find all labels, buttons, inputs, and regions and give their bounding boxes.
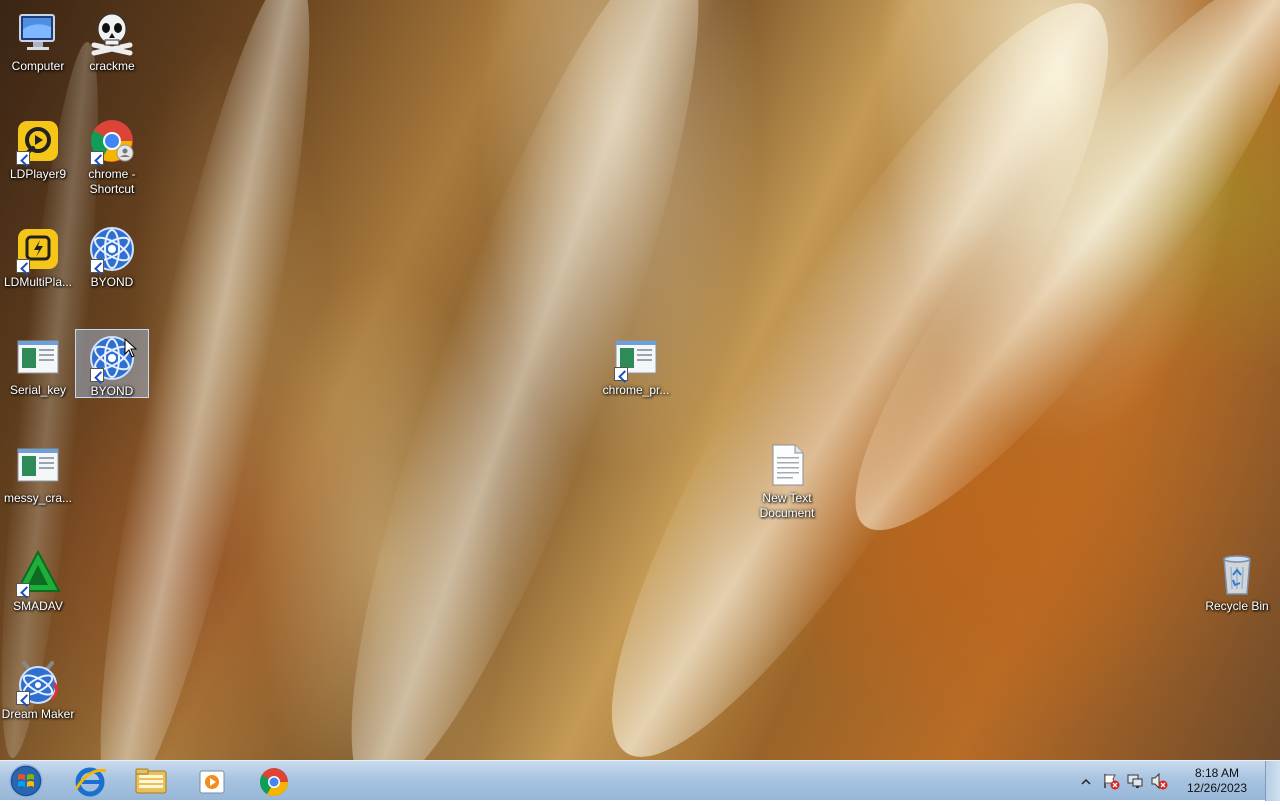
text-file-icon (763, 441, 811, 489)
chrome-taskbar-button[interactable] (246, 763, 302, 799)
ldplayer9-shortcut[interactable]: LDPlayer9 (1, 112, 75, 183)
shortcut-arrow-icon (16, 259, 30, 273)
recycle-bin[interactable]: Recycle Bin (1200, 544, 1274, 615)
dream-maker-shortcut[interactable]: Dream Maker (1, 652, 75, 723)
ldplayer-icon (14, 117, 62, 165)
document-window-icon (14, 333, 62, 381)
chrome-shortcut[interactable]: chrome - Shortcut (75, 112, 149, 198)
serial-key-shortcut[interactable]: Serial_key (1, 328, 75, 399)
shortcut-arrow-icon (16, 691, 30, 705)
ldmultiplayer-icon (14, 225, 62, 273)
show-desktop-button[interactable] (1265, 761, 1280, 801)
ldmultiplayer-shortcut[interactable]: LDMultiPla... (1, 220, 75, 291)
icon-label: chrome - Shortcut (88, 167, 136, 196)
shortcut-arrow-icon (16, 583, 30, 597)
new-text-document[interactable]: New Text Document (750, 436, 824, 522)
shortcut-arrow-icon (16, 151, 30, 165)
icon-label: chrome_pr... (602, 383, 670, 397)
action-center-flag-icon[interactable] (1102, 772, 1120, 790)
chrome-icon (260, 768, 288, 796)
icon-label: Serial_key (9, 383, 67, 397)
document-window-icon (14, 441, 62, 489)
start-button[interactable] (6, 762, 46, 800)
media-player-taskbar-button[interactable] (184, 763, 240, 799)
mouse-cursor-icon (124, 337, 138, 363)
media-player-icon (199, 770, 225, 794)
shortcut-arrow-icon (614, 367, 628, 381)
icon-label: BYOND (90, 384, 134, 398)
smadav-shortcut[interactable]: SMADAV (1, 544, 75, 615)
network-icon[interactable] (1126, 772, 1144, 790)
recycle-bin-icon (1213, 549, 1261, 597)
messy-crackme-shortcut[interactable]: messy_cra... (1, 436, 75, 507)
system-clock[interactable]: 8:18 AM 12/26/2023 (1182, 766, 1252, 796)
show-hidden-icons-chevron-icon[interactable] (1080, 775, 1092, 787)
shortcut-arrow-icon (90, 259, 104, 273)
icon-label: New Text Document (759, 491, 815, 520)
skull-icon (88, 9, 136, 57)
icon-label: Dream Maker (1, 707, 75, 721)
icon-label: LDMultiPla... (3, 275, 73, 289)
icon-label: messy_cra... (3, 491, 72, 505)
internet-explorer-icon (74, 767, 107, 797)
taskbar: 8:18 AM 12/26/2023 (0, 760, 1280, 801)
smadav-icon (14, 549, 62, 597)
computer-shortcut[interactable]: Computer (1, 4, 75, 75)
byond-shortcut[interactable]: BYOND (75, 220, 149, 291)
icon-label: SMADAV (13, 599, 63, 613)
byond-icon (88, 225, 136, 273)
crackme-shortcut[interactable]: crackme (75, 4, 149, 75)
file-explorer-icon (135, 768, 167, 794)
icon-label: Recycle Bin (1205, 599, 1269, 613)
icon-label: crackme (89, 59, 135, 73)
document-window-icon (612, 333, 660, 381)
icon-label: LDPlayer9 (9, 167, 67, 181)
clock-time: 8:18 AM (1194, 766, 1240, 780)
chrome-pr-shortcut[interactable]: chrome_pr... (599, 328, 673, 399)
chrome-icon (88, 117, 136, 165)
internet-explorer-taskbar-button[interactable] (62, 763, 118, 799)
shortcut-arrow-icon (90, 368, 104, 382)
dream-maker-icon (14, 657, 62, 705)
desktop-wallpaper: Computer crackme LDPlayer9 chrome - Shor… (0, 0, 1280, 760)
system-tray (1080, 761, 1180, 801)
computer-icon (14, 9, 62, 57)
file-explorer-taskbar-button[interactable] (123, 763, 179, 799)
icon-label: Computer (11, 59, 65, 73)
volume-muted-icon[interactable] (1150, 772, 1168, 790)
clock-date: 12/26/2023 (1186, 781, 1248, 795)
icon-label: BYOND (90, 275, 134, 289)
shortcut-arrow-icon (90, 151, 104, 165)
